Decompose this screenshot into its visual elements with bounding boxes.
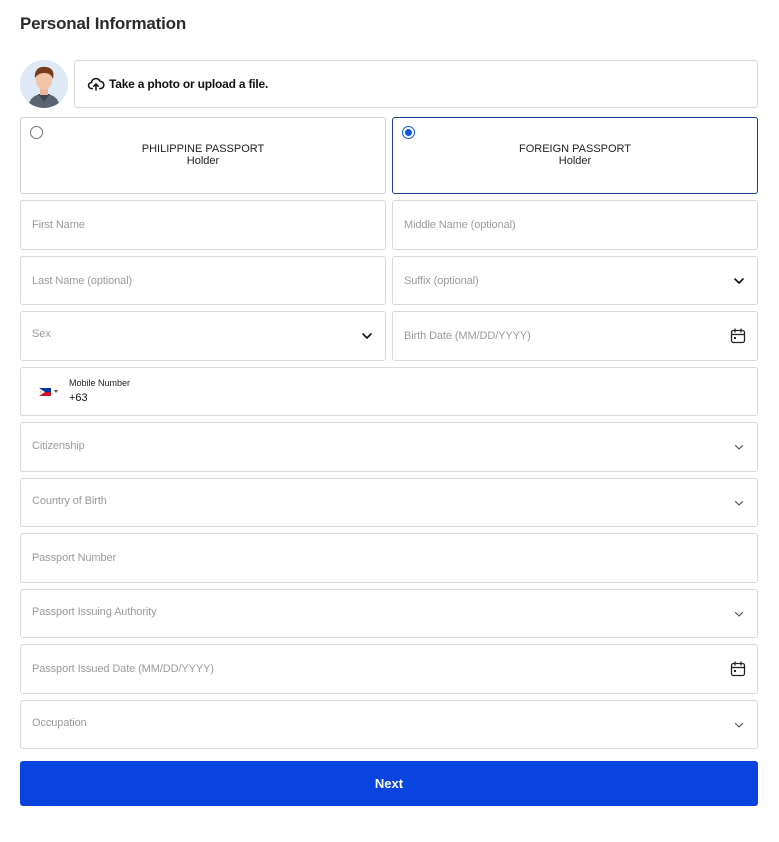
suffix-select[interactable]: Suffix (optional) bbox=[392, 256, 758, 305]
chevron-down-icon bbox=[733, 719, 745, 731]
avatar bbox=[20, 60, 68, 108]
foreign-passport-subtitle: Holder bbox=[558, 155, 592, 167]
avatar-illustration bbox=[20, 60, 68, 108]
foreign-passport-option[interactable]: FOREIGN PASSPORT Holder bbox=[392, 117, 758, 194]
occupation-select[interactable]: Occupation bbox=[20, 700, 758, 749]
philippine-passport-label: PHILIPPINE PASSPORT Holder bbox=[21, 143, 385, 167]
middle-name-input[interactable]: Middle Name (optional) bbox=[392, 200, 758, 250]
mobile-number-field[interactable]: Mobile Number +63 bbox=[20, 367, 758, 416]
country-caret-icon[interactable] bbox=[54, 390, 58, 393]
last-name-input[interactable]: Last Name (optional) bbox=[20, 256, 386, 305]
first-name-input[interactable]: First Name bbox=[20, 200, 386, 250]
calendar-icon[interactable] bbox=[730, 661, 746, 677]
foreign-passport-radio[interactable] bbox=[402, 126, 415, 139]
sex-select[interactable]: Sex bbox=[20, 311, 386, 361]
sex-placeholder: Sex bbox=[32, 328, 51, 340]
philippines-flag-icon[interactable] bbox=[39, 388, 51, 396]
mobile-number-label: Mobile Number bbox=[69, 378, 131, 388]
chevron-down-icon bbox=[733, 275, 745, 287]
passport-number-placeholder: Passport Number bbox=[32, 552, 117, 564]
birth-date-input[interactable]: Birth Date (MM/DD/YYYY) bbox=[392, 311, 758, 361]
birth-date-placeholder: Birth Date (MM/DD/YYYY) bbox=[404, 330, 531, 342]
last-name-placeholder: Last Name (optional) bbox=[32, 274, 133, 287]
page-title: Personal Information bbox=[20, 14, 187, 33]
suffix-placeholder: Suffix (optional) bbox=[404, 274, 479, 287]
passport-number-input[interactable]: Passport Number bbox=[20, 533, 758, 583]
chevron-down-icon bbox=[733, 441, 745, 453]
chevron-down-icon bbox=[733, 497, 745, 509]
next-button[interactable]: Next bbox=[20, 761, 758, 806]
country-of-birth-select[interactable]: Country of Birth bbox=[20, 478, 758, 527]
foreign-passport-title: FOREIGN PASSPORT bbox=[518, 143, 632, 155]
first-name-placeholder: First Name bbox=[32, 219, 85, 231]
philippine-passport-subtitle: Holder bbox=[186, 155, 220, 167]
passport-issued-date-placeholder: Passport Issued Date (MM/DD/YYYY) bbox=[32, 663, 214, 675]
photo-upload-label: Take a photo or upload a file. bbox=[109, 77, 269, 91]
citizenship-select[interactable]: Citizenship bbox=[20, 422, 758, 472]
photo-upload-button[interactable]: Take a photo or upload a file. bbox=[74, 60, 758, 108]
philippine-passport-title: PHILIPPINE PASSPORT bbox=[141, 143, 265, 155]
cloud-upload-icon bbox=[87, 75, 105, 93]
philippine-passport-option[interactable]: PHILIPPINE PASSPORT Holder bbox=[20, 117, 386, 194]
citizenship-placeholder: Citizenship bbox=[32, 439, 85, 452]
country-of-birth-placeholder: Country of Birth bbox=[32, 495, 107, 507]
philippine-passport-radio[interactable] bbox=[30, 126, 43, 139]
passport-issued-date-input[interactable]: Passport Issued Date (MM/DD/YYYY) bbox=[20, 644, 758, 694]
passport-issuing-authority-select[interactable]: Passport Issuing Authority bbox=[20, 589, 758, 638]
mobile-number-value[interactable]: +63 bbox=[69, 392, 88, 404]
foreign-passport-label: FOREIGN PASSPORT Holder bbox=[393, 143, 757, 167]
chevron-down-icon bbox=[733, 608, 745, 620]
passport-issuing-authority-placeholder: Passport Issuing Authority bbox=[32, 606, 157, 618]
chevron-down-icon bbox=[361, 330, 373, 342]
middle-name-placeholder: Middle Name (optional) bbox=[404, 219, 516, 231]
calendar-icon[interactable] bbox=[730, 328, 746, 344]
occupation-placeholder: Occupation bbox=[32, 717, 87, 729]
